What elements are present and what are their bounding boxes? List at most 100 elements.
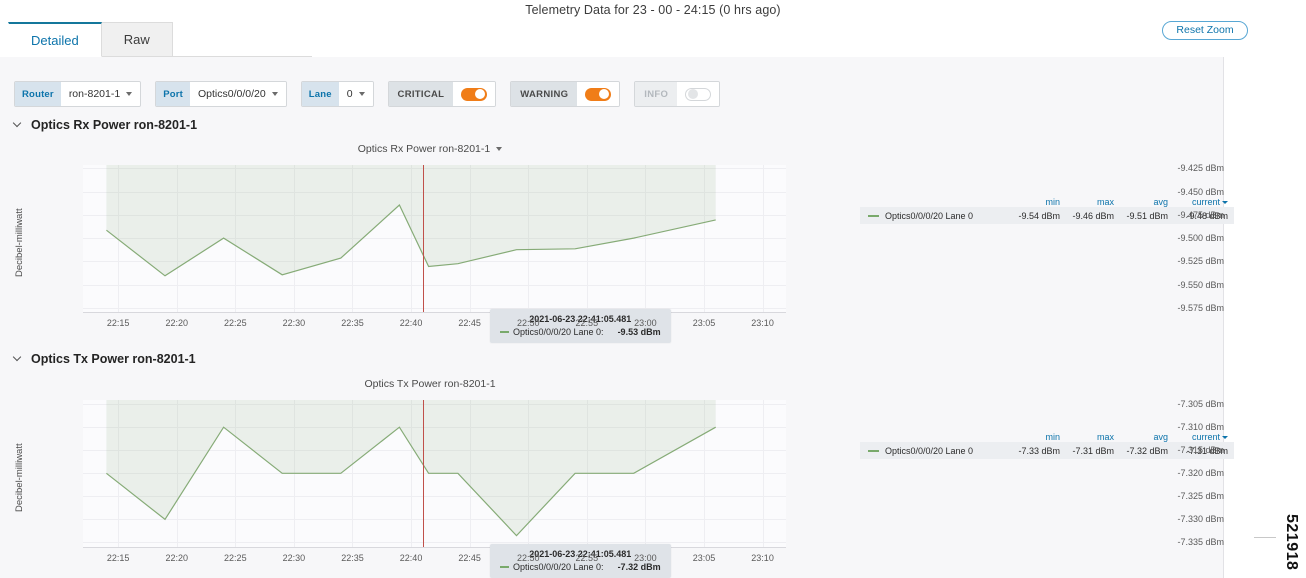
figure-id: 521918 [1283,513,1300,570]
toggle-track [585,87,612,101]
sort-caret-icon [1222,436,1228,439]
router-value[interactable]: ron-8201-1 [60,82,141,106]
port-value[interactable]: Optics0/0/0/20 [190,82,286,106]
figure-rule [1254,537,1276,538]
port-value-text: Optics0/0/0/20 [198,88,266,100]
series-line [106,400,716,537]
legend-max: -9.46 dBm [1072,210,1114,221]
legend-head-avg[interactable]: avg [1118,432,1172,442]
x-axis-tick-label: 22:35 [341,553,364,563]
y-axis-tick-label: -7.315 dBm [1177,445,1224,456]
warning-toggle[interactable] [577,82,620,106]
tab-detailed[interactable]: Detailed [8,22,102,57]
chevron-down-icon [271,92,278,96]
y-axis-tick-label: -7.305 dBm [1177,399,1224,410]
critical-label: CRITICAL [388,82,454,106]
x-axis-tick-label: 23:10 [751,318,774,328]
port-label: Port [156,82,190,106]
critical-toggle[interactable] [453,82,496,106]
chevron-down-icon [126,92,133,96]
y-axis-tick-label: -7.335 dBm [1177,537,1224,548]
lane-selector[interactable]: Lane 0 [300,81,374,107]
section-header-rx[interactable]: Optics Rx Power ron-8201-1 [14,118,197,132]
chevron-down-icon [358,92,365,96]
x-axis-tick-label: 22:20 [165,318,188,328]
x-axis-tick-label: 22:50 [516,553,540,563]
series-color-swatch [868,214,879,217]
section-header-tx[interactable]: Optics Tx Power ron-8201-1 [14,352,196,366]
router-label: Router [15,82,61,106]
section-header-tx-label: Optics Tx Power ron-8201-1 [31,352,196,366]
critical-toggle-group[interactable]: CRITICAL [387,81,497,107]
tooltip-series-label: Optics0/0/0/20 Lane 0: [513,562,604,572]
tooltip-series-label: Optics0/0/0/20 Lane 0: [513,327,604,337]
x-axis-tick-label: 22:40 [399,318,423,328]
chart-rx-title: Optics Rx Power ron-8201-1 [0,143,860,155]
x-axis-tick-label: 23:10 [751,553,774,563]
page-title: Telemetry Data for 23 - 00 - 24:15 (0 hr… [525,3,781,17]
chart-rx-plot-area[interactable] [83,165,786,313]
legend-max: -7.31 dBm [1072,445,1114,456]
tooltip-series: Optics0/0/0/20 Lane 0: -7.32 dBm [500,562,661,572]
x-axis-tick-label: 22:20 [165,553,188,563]
legend-head-current[interactable]: current [1172,432,1234,442]
x-axis-tick-label: 23:00 [634,553,657,563]
x-axis-tick-label: 22:45 [458,553,481,563]
series-color-swatch [868,449,879,452]
time-marker-line [422,165,424,312]
x-axis-tick-label: 22:15 [106,553,130,563]
chevron-down-icon [14,353,23,362]
x-axis-tick-label: 22:40 [399,553,423,563]
x-axis-tick-label: 22:50 [516,318,540,328]
chart-tx-ylabel: Decibel-milliwatt [14,443,25,513]
info-toggle-group[interactable]: INFO [634,81,721,107]
legend-head-max[interactable]: max [1064,197,1118,207]
legend-head-avg[interactable]: avg [1118,197,1172,207]
y-axis-tick-label: -9.450 dBm [1177,186,1224,197]
toggle-track [461,87,488,101]
legend-head-current[interactable]: current [1172,197,1234,207]
warning-toggle-group[interactable]: WARNING [510,81,621,107]
tab-bar: Detailed Raw [8,22,312,57]
lane-label: Lane [301,82,339,106]
toggle-track [685,87,712,101]
legend-head-max[interactable]: max [1064,432,1118,442]
y-axis-tick-label: -9.525 dBm [1177,256,1224,267]
chevron-down-icon [14,119,23,128]
legend-head-min[interactable]: min [1010,432,1064,442]
toggle-knob [475,89,486,99]
chart-tx-title: Optics Tx Power ron-8201-1 [0,378,860,390]
y-axis-tick-label: -9.475 dBm [1177,209,1224,220]
time-marker-line [422,400,424,547]
chevron-down-icon [496,147,503,151]
tab-raw[interactable]: Raw [101,22,173,57]
series-color-swatch [500,566,509,568]
y-axis-tick-label: -7.310 dBm [1177,422,1224,433]
y-axis-tick-label: -9.575 dBm [1177,302,1224,313]
x-axis-tick-label: 23:00 [634,318,657,328]
y-axis-tick-label: -7.320 dBm [1177,468,1224,479]
x-axis-tick-label: 22:30 [282,318,306,328]
legend-head-min[interactable]: min [1010,197,1064,207]
series-color-swatch [500,331,509,333]
port-selector[interactable]: Port Optics0/0/0/20 [155,81,287,107]
legend-series-name: Optics0/0/0/20 Lane 0 [860,446,1010,456]
lane-value[interactable]: 0 [338,82,373,106]
chart-tx-power: Optics Tx Power ron-8201-1 Decibel-milli… [0,378,1234,578]
reset-zoom-button[interactable]: Reset Zoom [1162,21,1248,40]
x-axis-tick-label: 22:55 [575,553,599,563]
info-toggle[interactable] [677,82,720,106]
x-axis-tick-label: 23:05 [692,318,716,328]
detailed-panel: Router ron-8201-1 Port Optics0/0/0/20 La… [0,57,1234,578]
section-header-rx-label: Optics Rx Power ron-8201-1 [31,118,198,132]
y-axis-tick-label: -9.500 dBm [1177,233,1224,244]
router-selector[interactable]: Router ron-8201-1 [14,81,142,107]
y-axis-tick-label: -7.325 dBm [1177,491,1224,502]
warning-label: WARNING [511,82,578,106]
chart-tx-plot-area[interactable] [83,400,786,548]
router-value-text: ron-8201-1 [68,88,121,100]
x-axis-tick-label: 22:15 [106,318,130,328]
sort-caret-icon [1222,201,1228,204]
info-label: INFO [635,82,678,106]
chart-rx-title-text: Optics Rx Power ron-8201-1 [357,143,491,155]
